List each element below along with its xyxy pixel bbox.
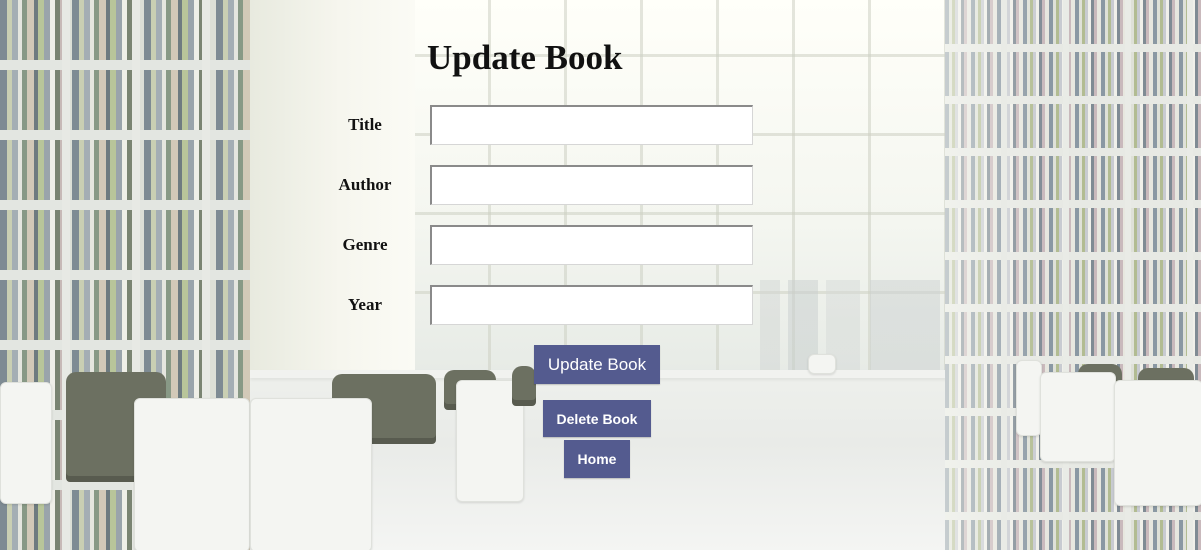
- laptop: [0, 382, 52, 504]
- author-input[interactable]: [430, 165, 753, 205]
- laptop: [134, 398, 250, 550]
- author-label: Author: [338, 175, 392, 194]
- title-input[interactable]: [430, 105, 753, 145]
- delete-book-button[interactable]: Delete Book: [543, 400, 651, 437]
- title-label: Title: [348, 115, 382, 134]
- laptop: [1114, 380, 1201, 506]
- page-title: Update Book: [427, 38, 623, 77]
- laptop: [1016, 360, 1042, 436]
- year-input[interactable]: [430, 285, 753, 325]
- update-book-button[interactable]: Update Book: [534, 345, 660, 384]
- chair: [512, 366, 536, 406]
- laptop: [1040, 372, 1116, 462]
- laptop: [808, 354, 836, 374]
- year-label: Year: [348, 295, 382, 314]
- genre-label: Genre: [342, 235, 388, 254]
- background-city-skyline: [760, 280, 940, 370]
- genre-input[interactable]: [430, 225, 753, 265]
- home-button[interactable]: Home: [564, 440, 630, 478]
- laptop: [250, 398, 372, 550]
